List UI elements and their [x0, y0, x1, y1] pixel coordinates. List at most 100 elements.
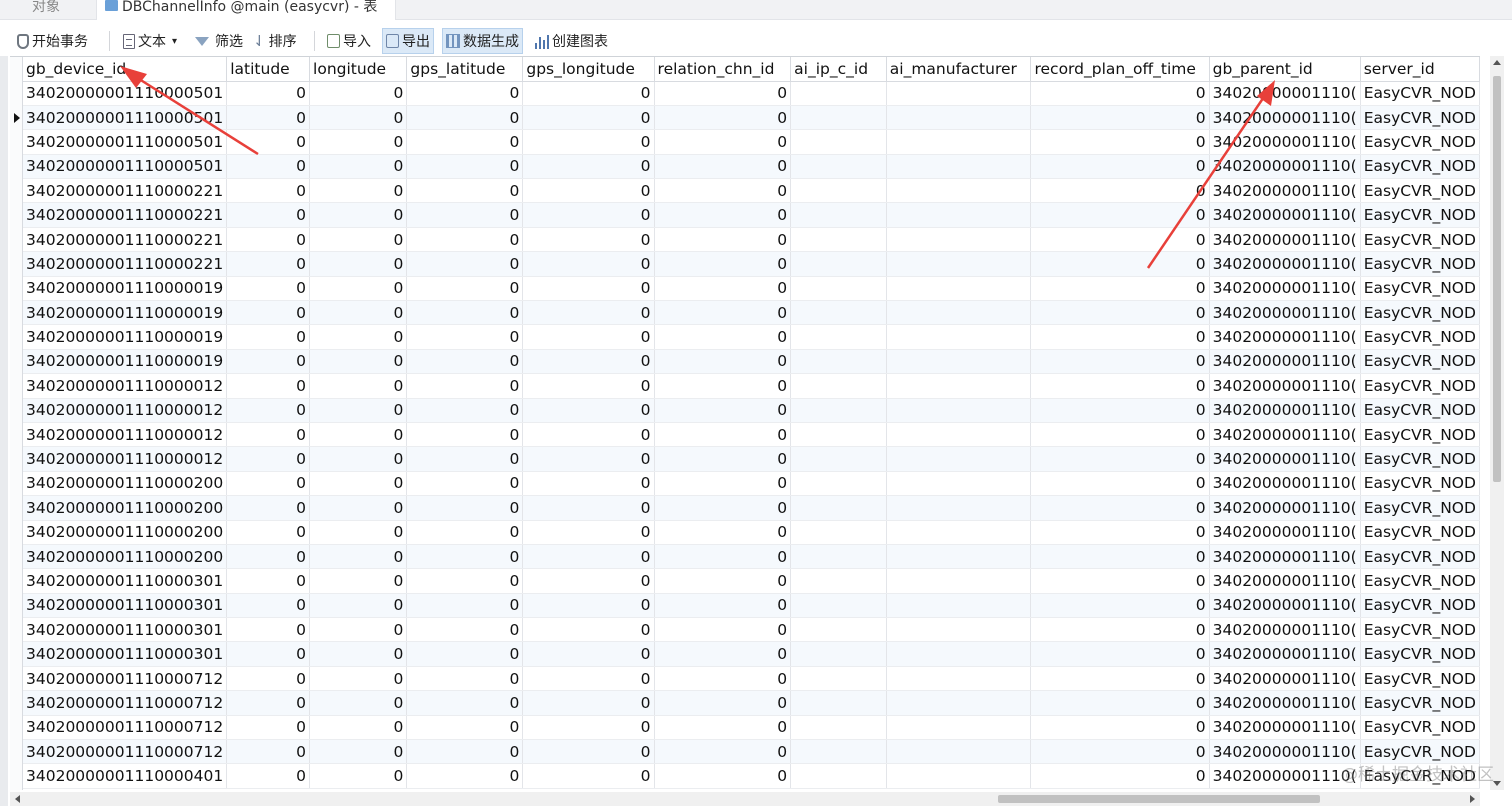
cell-gps-longitude[interactable]: 0 — [522, 251, 655, 277]
column-header-longitude[interactable]: longitude — [309, 57, 408, 82]
cell-server-id[interactable]: EasyCVR_NOD — [1360, 422, 1480, 448]
table-row[interactable]: 34020000001110000221 0 0 0 0 0 0 34020000001110… — [23, 178, 1480, 204]
cell-record-plan-off-time[interactable]: 0 — [1030, 446, 1210, 472]
cell-gb-device-id[interactable]: 34020000001110000501 — [23, 81, 228, 106]
cell-server-id[interactable]: EasyCVR_NOD — [1360, 641, 1480, 667]
cell-gb-parent-id[interactable]: 34020000001110( — [1209, 422, 1361, 448]
column-header-gb-parent-id[interactable]: gb_parent_id — [1209, 57, 1361, 82]
cell-ai-manufacturer[interactable] — [886, 324, 1032, 350]
cell-gb-parent-id[interactable]: 34020000001110( — [1209, 690, 1361, 716]
cell-ai-ip-c-id[interactable] — [790, 105, 887, 131]
column-header-gps-longitude[interactable]: gps_longitude — [522, 57, 655, 82]
cell-latitude[interactable]: 0 — [226, 105, 311, 131]
cell-gb-device-id[interactable]: 34020000001110000200 — [23, 495, 228, 521]
cell-ai-manufacturer[interactable] — [886, 129, 1032, 155]
cell-latitude[interactable]: 0 — [226, 520, 311, 545]
cell-ai-manufacturer[interactable] — [886, 154, 1032, 180]
cell-gps-latitude[interactable]: 0 — [406, 715, 524, 741]
cell-gps-latitude[interactable]: 0 — [406, 105, 524, 131]
cell-gb-device-id[interactable]: 34020000001110000501 — [23, 129, 228, 155]
cell-ai-manufacturer[interactable] — [886, 471, 1032, 497]
cell-longitude[interactable]: 0 — [309, 763, 408, 789]
table-row[interactable]: 34020000001110000200 0 0 0 0 0 0 34020000001110… — [23, 495, 1480, 521]
cell-server-id[interactable]: EasyCVR_NOD — [1360, 178, 1480, 204]
scroll-right-icon[interactable] — [1470, 795, 1475, 803]
cell-latitude[interactable]: 0 — [226, 202, 311, 228]
cell-longitude[interactable]: 0 — [309, 398, 408, 423]
cell-gb-device-id[interactable]: 34020000001110000301 — [23, 593, 228, 619]
cell-relation-chn-id[interactable]: 0 — [654, 715, 792, 741]
generate-data-button[interactable]: 数据生成 — [442, 28, 523, 54]
cell-gb-parent-id[interactable]: 34020000001110( — [1209, 324, 1361, 350]
cell-ai-ip-c-id[interactable] — [790, 349, 887, 375]
cell-longitude[interactable]: 0 — [309, 178, 408, 204]
cell-server-id[interactable]: EasyCVR_NOD — [1360, 690, 1480, 716]
table-row[interactable]: 34020000001110000019 0 0 0 0 0 0 34020000001110… — [23, 324, 1480, 350]
cell-ai-manufacturer[interactable] — [886, 251, 1032, 277]
cell-record-plan-off-time[interactable]: 0 — [1030, 495, 1210, 521]
cell-gps-latitude[interactable]: 0 — [406, 446, 524, 472]
cell-record-plan-off-time[interactable]: 0 — [1030, 641, 1210, 667]
cell-ai-ip-c-id[interactable] — [790, 300, 887, 326]
cell-server-id[interactable]: EasyCVR_NOD — [1360, 154, 1480, 180]
cell-relation-chn-id[interactable]: 0 — [654, 300, 792, 326]
cell-ai-ip-c-id[interactable] — [790, 641, 887, 667]
cell-record-plan-off-time[interactable]: 0 — [1030, 178, 1210, 204]
cell-relation-chn-id[interactable]: 0 — [654, 349, 792, 375]
cell-longitude[interactable]: 0 — [309, 373, 408, 399]
cell-gps-latitude[interactable]: 0 — [406, 495, 524, 521]
cell-gps-latitude[interactable]: 0 — [406, 422, 524, 448]
cell-record-plan-off-time[interactable]: 0 — [1030, 154, 1210, 180]
vertical-scroll-thumb[interactable] — [1493, 76, 1501, 482]
cell-record-plan-off-time[interactable]: 0 — [1030, 763, 1210, 789]
cell-record-plan-off-time[interactable]: 0 — [1030, 568, 1210, 594]
cell-server-id[interactable]: EasyCVR_NOD — [1360, 568, 1480, 594]
cell-ai-manufacturer[interactable] — [886, 178, 1032, 204]
cell-gb-device-id[interactable]: 34020000001110000221 — [23, 251, 228, 277]
cell-ai-ip-c-id[interactable] — [790, 739, 887, 765]
cell-gps-longitude[interactable]: 0 — [522, 154, 655, 180]
column-header-ai-ip-c-id[interactable]: ai_ip_c_id — [790, 57, 887, 82]
cell-latitude[interactable]: 0 — [226, 398, 311, 423]
table-row[interactable]: 34020000001110000012 0 0 0 0 0 0 34020000001110… — [23, 446, 1480, 472]
cell-server-id[interactable]: EasyCVR_NOD — [1360, 349, 1480, 375]
cell-server-id[interactable]: EasyCVR_NOD — [1360, 324, 1480, 350]
cell-relation-chn-id[interactable]: 0 — [654, 398, 792, 423]
cell-gb-device-id[interactable]: 34020000001110000012 — [23, 446, 228, 472]
cell-latitude[interactable]: 0 — [226, 568, 311, 594]
cell-longitude[interactable]: 0 — [309, 129, 408, 155]
cell-latitude[interactable]: 0 — [226, 129, 311, 155]
cell-gps-latitude[interactable]: 0 — [406, 276, 524, 302]
cell-gps-latitude[interactable]: 0 — [406, 300, 524, 326]
cell-gps-longitude[interactable]: 0 — [522, 520, 655, 545]
cell-gps-longitude[interactable]: 0 — [522, 81, 655, 106]
cell-relation-chn-id[interactable]: 0 — [654, 422, 792, 448]
cell-ai-manufacturer[interactable] — [886, 690, 1032, 716]
cell-longitude[interactable]: 0 — [309, 202, 408, 228]
cell-latitude[interactable]: 0 — [226, 690, 311, 716]
cell-server-id[interactable]: EasyCVR_NOD — [1360, 129, 1480, 155]
cell-gps-longitude[interactable]: 0 — [522, 495, 655, 521]
vertical-scrollbar[interactable] — [1490, 56, 1504, 790]
cell-gb-device-id[interactable]: 34020000001110000019 — [23, 324, 228, 350]
cell-gps-longitude[interactable]: 0 — [522, 105, 655, 131]
cell-gb-device-id[interactable]: 34020000001110000712 — [23, 666, 228, 692]
cell-gps-longitude[interactable]: 0 — [522, 593, 655, 619]
table-row[interactable]: 34020000001110000712 0 0 0 0 0 0 34020000001110… — [23, 666, 1480, 692]
cell-ai-manufacturer[interactable] — [886, 276, 1032, 302]
cell-gps-longitude[interactable]: 0 — [522, 227, 655, 253]
cell-ai-manufacturer[interactable] — [886, 763, 1032, 789]
cell-ai-ip-c-id[interactable] — [790, 715, 887, 741]
cell-gps-longitude[interactable]: 0 — [522, 178, 655, 204]
cell-relation-chn-id[interactable]: 0 — [654, 568, 792, 594]
cell-server-id[interactable]: EasyCVR_NOD — [1360, 398, 1480, 423]
cell-gps-longitude[interactable]: 0 — [522, 763, 655, 789]
cell-gb-device-id[interactable]: 34020000001110000200 — [23, 520, 228, 545]
cell-ai-manufacturer[interactable] — [886, 568, 1032, 594]
cell-relation-chn-id[interactable]: 0 — [654, 520, 792, 545]
cell-ai-ip-c-id[interactable] — [790, 324, 887, 350]
cell-ai-manufacturer[interactable] — [886, 715, 1032, 741]
cell-gps-longitude[interactable]: 0 — [522, 202, 655, 228]
cell-latitude[interactable]: 0 — [226, 617, 311, 643]
cell-gb-device-id[interactable]: 34020000001110000301 — [23, 617, 228, 643]
